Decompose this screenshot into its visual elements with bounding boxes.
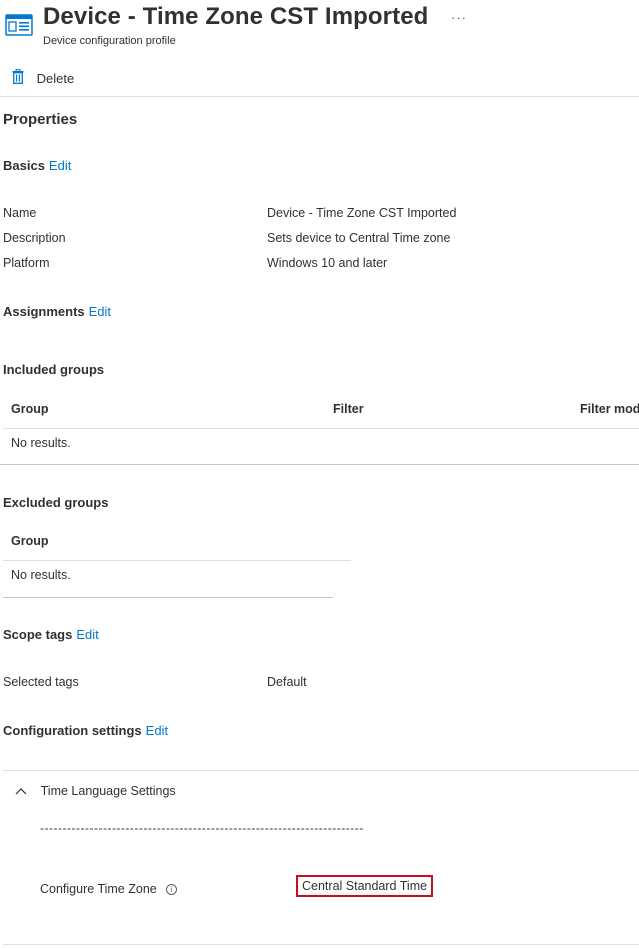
assignments-heading: Assignments Edit <box>3 304 111 319</box>
excluded-groups-heading: Excluded groups <box>3 495 109 510</box>
configuration-settings-title: Configuration settings <box>3 723 142 738</box>
delete-button[interactable]: Delete <box>12 68 75 87</box>
configure-time-zone-label: Configure Time Zone i <box>40 882 177 896</box>
excluded-header-divider <box>3 560 351 561</box>
basics-heading: Basics Edit <box>3 158 71 173</box>
basics-name-value: Device - Time Zone CST Imported <box>267 206 457 220</box>
included-col-filter: Filter <box>333 402 364 416</box>
included-empty-text: No results. <box>11 436 71 450</box>
configuration-edit-link[interactable]: Edit <box>146 723 168 738</box>
excluded-empty-text: No results. <box>11 568 71 582</box>
settings-separator: ----------------------------------------… <box>40 821 364 835</box>
selected-tags-value: Default <box>267 675 307 689</box>
basics-platform-label: Platform <box>3 256 50 270</box>
properties-heading: Properties <box>3 111 78 128</box>
scope-tags-heading: Scope tags Edit <box>3 627 99 642</box>
basics-description-value: Sets device to Central Time zone <box>267 231 451 245</box>
included-table-bottom <box>0 464 639 465</box>
more-options-button[interactable]: ··· <box>451 10 467 25</box>
included-col-filter-mode: Filter mode <box>580 402 639 416</box>
time-zone-value: Central Standard Time <box>296 875 434 897</box>
page-title: Device - Time Zone CST Imported <box>43 3 429 30</box>
time-language-settings-title: Time Language Settings <box>40 783 176 798</box>
page-subtitle: Device configuration profile <box>43 35 176 47</box>
included-groups-heading: Included groups <box>3 362 105 377</box>
trash-icon <box>12 68 24 87</box>
assignments-title: Assignments <box>3 304 85 319</box>
chevron-up-icon <box>15 783 27 798</box>
selected-tags-label: Selected tags <box>3 675 79 689</box>
excluded-col-group: Group <box>11 534 49 548</box>
delete-label: Delete <box>36 70 75 86</box>
basics-edit-link[interactable]: Edit <box>49 158 71 173</box>
basics-name-label: Name <box>3 206 37 220</box>
configuration-settings-heading: Configuration settings Edit <box>3 723 168 738</box>
basics-title: Basics <box>3 158 45 173</box>
excluded-table-bottom <box>3 597 333 598</box>
configuration-bottom-divider <box>3 944 639 945</box>
included-header-divider <box>3 428 639 429</box>
configure-time-zone-text: Configure Time Zone <box>40 882 157 896</box>
toolbar-divider <box>0 96 639 97</box>
basics-platform-value: Windows 10 and later <box>267 256 388 270</box>
included-col-group: Group <box>11 402 49 416</box>
profile-icon <box>5 13 33 37</box>
scope-tags-title: Scope tags <box>3 627 73 642</box>
configuration-top-divider <box>3 770 639 771</box>
time-language-settings-toggle[interactable]: Time Language Settings <box>15 782 176 798</box>
info-icon[interactable]: i <box>165 884 177 895</box>
scope-tags-edit-link[interactable]: Edit <box>76 627 98 642</box>
assignments-edit-link[interactable]: Edit <box>89 304 111 319</box>
basics-description-label: Description <box>3 231 66 245</box>
